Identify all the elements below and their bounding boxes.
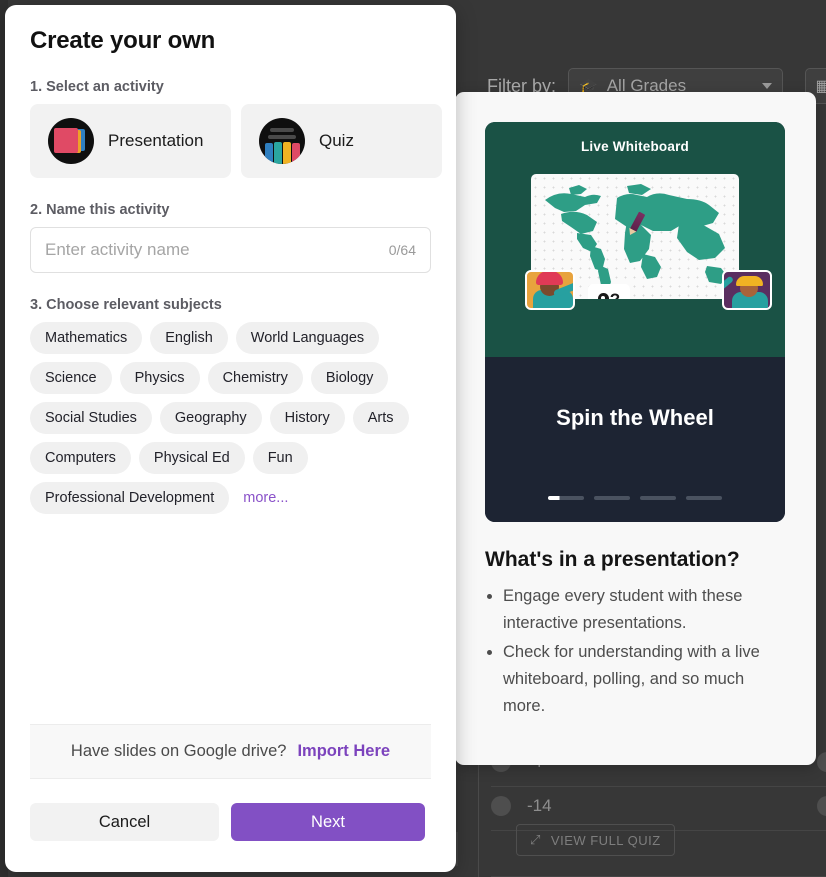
- carousel-progress[interactable]: [485, 496, 785, 500]
- spin-the-wheel-title: Spin the Wheel: [556, 405, 714, 430]
- import-prompt-text: Have slides on Google drive?: [70, 742, 287, 760]
- subject-tag[interactable]: Fun: [252, 442, 308, 474]
- subject-tag[interactable]: Physical Ed: [138, 442, 245, 474]
- subject-tag[interactable]: Science: [30, 362, 112, 394]
- student-avatar-tile: [525, 270, 575, 310]
- live-whiteboard-title: Live Whiteboard: [580, 139, 689, 154]
- activity-option-presentation[interactable]: Presentation: [30, 104, 231, 178]
- promo-carousel-card[interactable]: Live Whiteboard ? Spin the Wheel: [485, 122, 785, 522]
- list-item: Check for understanding with a live whit…: [503, 639, 786, 720]
- carousel-progress-bar-1[interactable]: [548, 496, 584, 500]
- view-full-quiz-label: VIEW FULL QUIZ: [550, 832, 661, 848]
- presentation-icon: [48, 118, 94, 164]
- quiz-answer-row[interactable]: -14: [491, 796, 826, 816]
- subject-tag[interactable]: Geography: [159, 402, 262, 434]
- avatar-arm: [724, 275, 735, 291]
- activity-selector: Presentation Quiz: [30, 104, 442, 178]
- activity-option-label: Presentation: [108, 131, 204, 150]
- chevron-down-icon: [762, 83, 773, 89]
- view-full-quiz-button[interactable]: ⤢ VIEW FULL QUIZ: [516, 824, 675, 856]
- next-button[interactable]: Next: [231, 803, 425, 841]
- cancel-button[interactable]: Cancel: [30, 803, 219, 841]
- divider: [491, 786, 826, 787]
- import-here-link[interactable]: Import Here: [297, 742, 390, 761]
- subject-tag[interactable]: Biology: [310, 362, 389, 394]
- subject-tag[interactable]: History: [269, 402, 345, 434]
- location-pin-icon: [597, 292, 609, 299]
- page-title: Create your own: [30, 27, 216, 54]
- avatar-cap: [736, 276, 763, 286]
- avatar-hair: [536, 272, 563, 285]
- student-avatar-tile: [722, 270, 772, 310]
- subject-tag[interactable]: Mathematics: [30, 322, 143, 354]
- activity-option-label: Quiz: [319, 131, 354, 150]
- carousel-progress-bar-4[interactable]: [686, 496, 722, 500]
- activity-name-input[interactable]: [45, 240, 389, 260]
- subject-tag[interactable]: English: [150, 322, 228, 354]
- speech-bubble: ?: [588, 284, 630, 299]
- carousel-progress-bar-3[interactable]: [640, 496, 676, 500]
- radio-icon: [817, 796, 826, 816]
- info-heading: What's in a presentation?: [485, 548, 740, 571]
- import-slides-bar: Have slides on Google drive? Import Here: [30, 724, 431, 779]
- subject-tag[interactable]: Arts: [352, 402, 409, 434]
- radio-icon: [491, 796, 511, 816]
- info-bullet-list: Engage every student with these interact…: [485, 583, 786, 720]
- carousel-progress-bar-2[interactable]: [594, 496, 630, 500]
- step-3-label: 3. Choose relevant subjects: [30, 297, 222, 313]
- subject-tag[interactable]: Physics: [119, 362, 200, 394]
- answer-text: -14: [527, 796, 552, 815]
- subject-tag[interactable]: World Languages: [235, 322, 380, 354]
- list-item: Engage every student with these interact…: [503, 583, 786, 637]
- step-2-label: 2. Name this activity: [30, 202, 170, 218]
- create-your-own-modal: Create your own 1. Select an activity Pr…: [5, 5, 456, 872]
- promo-card-top: Live Whiteboard ?: [485, 122, 785, 357]
- step-1-label: 1. Select an activity: [30, 79, 164, 95]
- quiz-icon: [259, 118, 305, 164]
- expand-icon: ⤢: [530, 832, 541, 847]
- activity-option-quiz[interactable]: Quiz: [241, 104, 442, 178]
- radio-icon: [817, 752, 826, 772]
- subject-tag-list: Mathematics English World Languages Scie…: [30, 322, 435, 514]
- subject-tag[interactable]: Social Studies: [30, 402, 152, 434]
- question-mark-icon: ?: [609, 289, 621, 300]
- character-counter: 0/64: [388, 242, 416, 258]
- list-icon: ▦: [815, 78, 826, 95]
- activity-name-field[interactable]: 0/64: [30, 227, 431, 273]
- modal-footer: Cancel Next: [30, 803, 431, 841]
- info-panel: Live Whiteboard ? Spin the Wheel What's …: [455, 92, 816, 765]
- subject-tag[interactable]: Professional Development: [30, 482, 230, 514]
- more-subjects-link[interactable]: more...: [237, 482, 294, 514]
- subject-tag[interactable]: Chemistry: [207, 362, 303, 394]
- promo-card-bottom: Spin the Wheel: [485, 357, 785, 522]
- subject-tag[interactable]: Computers: [30, 442, 131, 474]
